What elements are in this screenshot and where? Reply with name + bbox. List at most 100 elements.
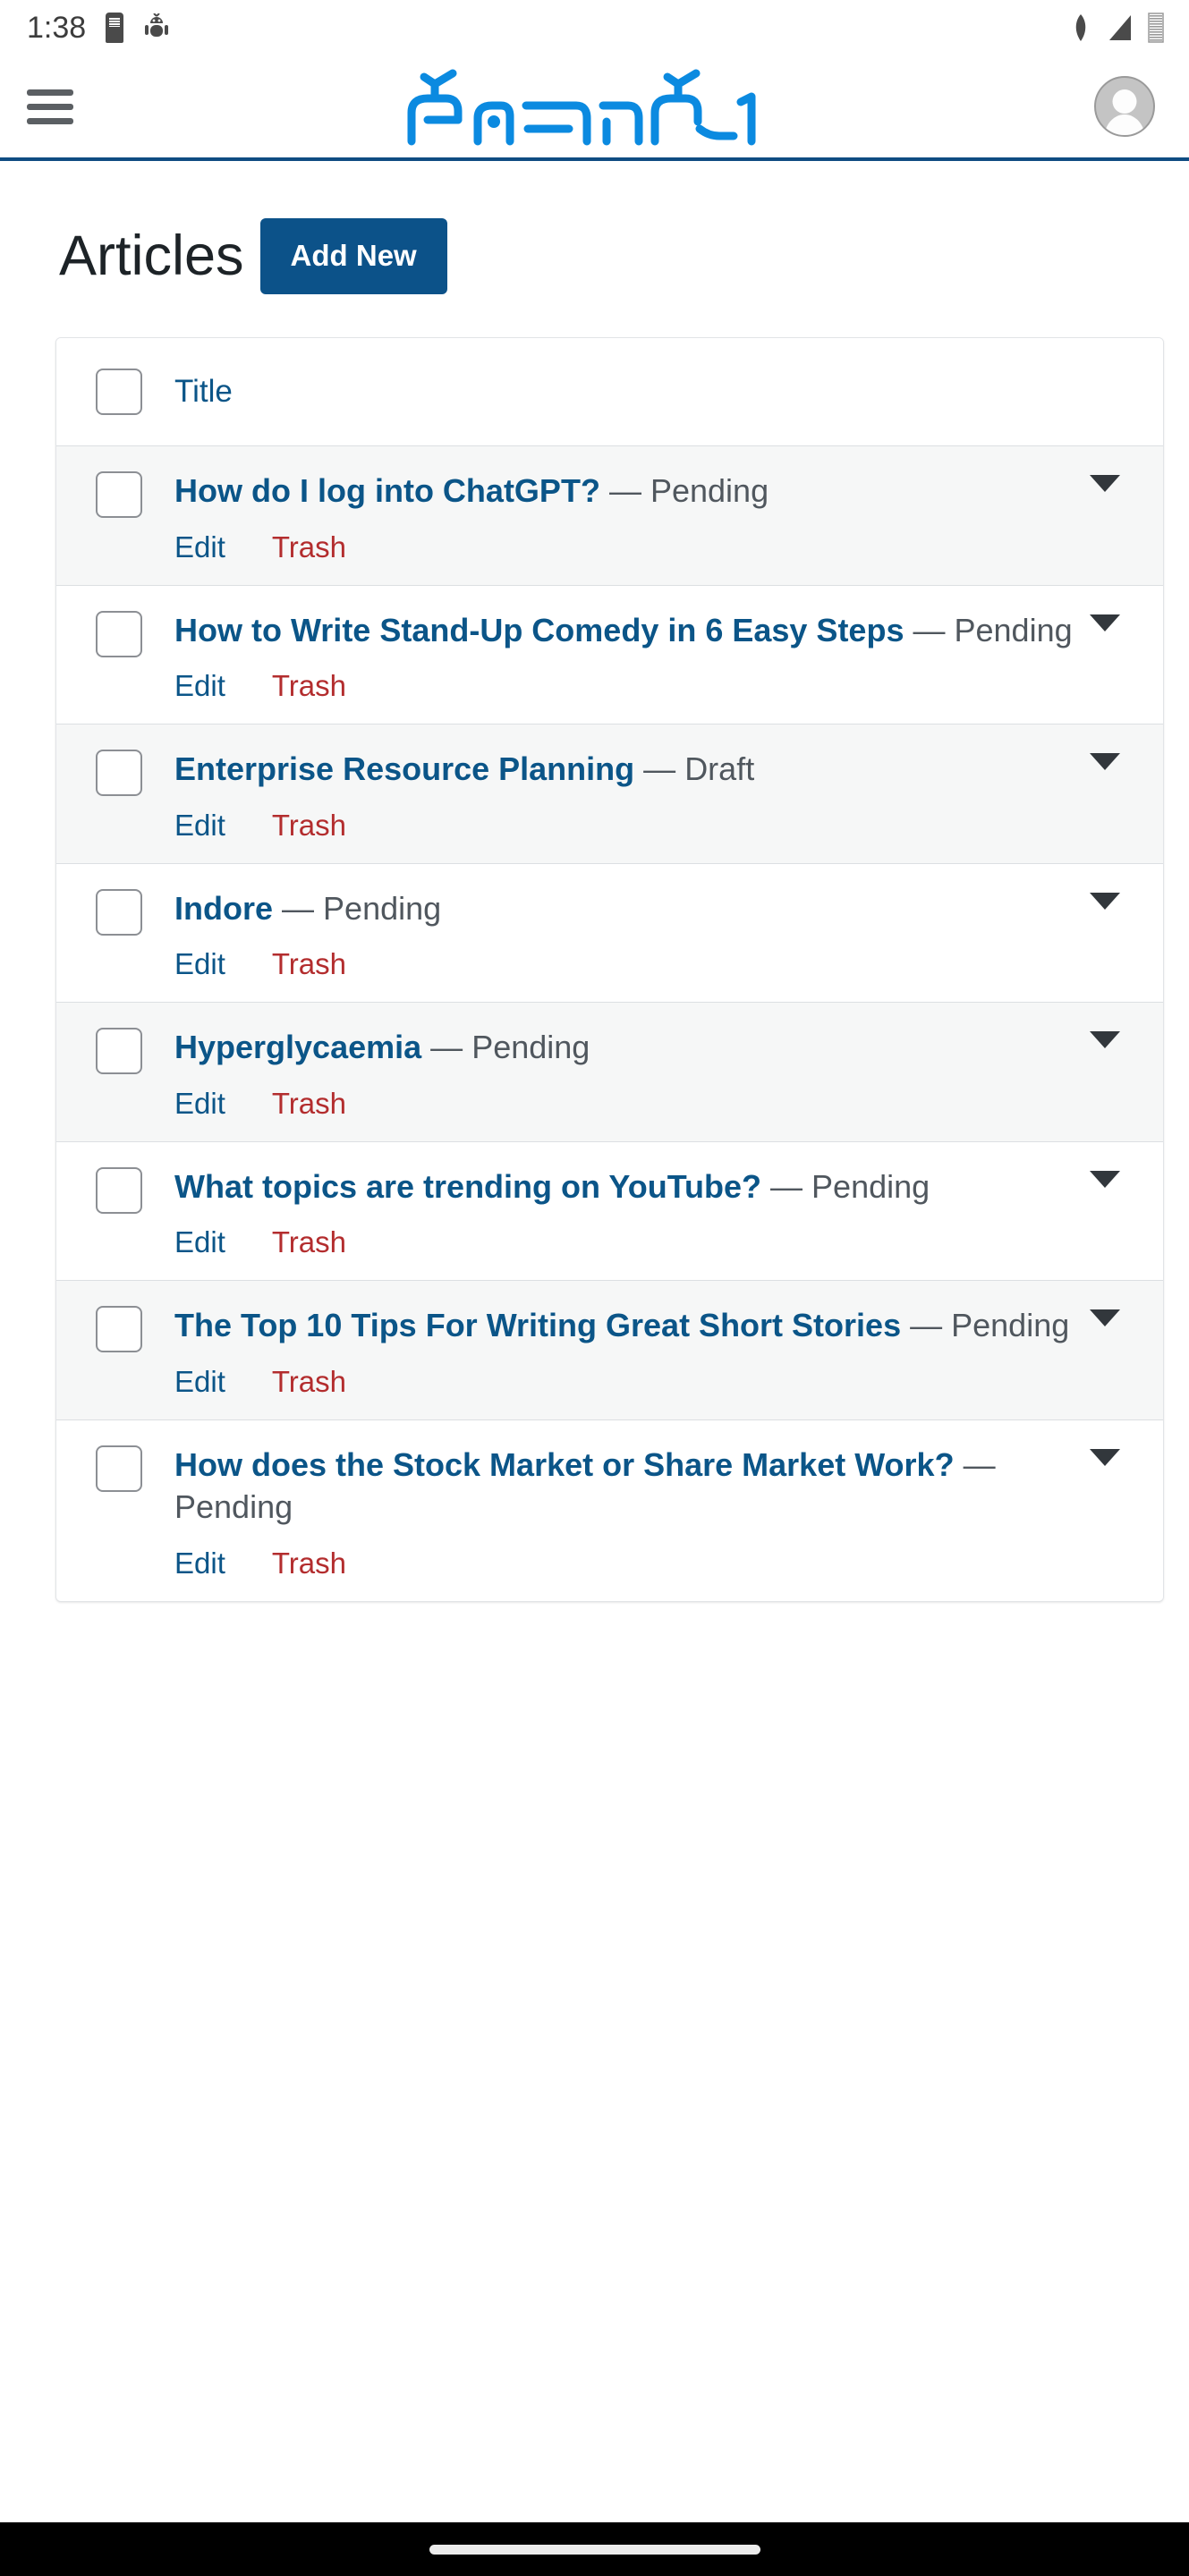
row-checkbox[interactable] xyxy=(96,471,142,518)
row-actions: Edit Trash xyxy=(174,1367,1074,1396)
row-actions: Edit Trash xyxy=(174,1227,1074,1257)
trash-link[interactable]: Trash xyxy=(272,532,346,562)
table-cell-title: How to Write Stand-Up Comedy in 6 Easy S… xyxy=(142,609,1136,701)
article-status-text: Pending xyxy=(811,1168,930,1205)
article-title-link[interactable]: How do I log into ChatGPT? xyxy=(174,472,600,509)
article-title-line: How do I log into ChatGPT? — Pending xyxy=(174,470,1074,513)
article-title-line: Hyperglycaemia — Pending xyxy=(174,1026,1074,1069)
row-checkbox[interactable] xyxy=(96,889,142,936)
table-row: How does the Stock Market or Share Marke… xyxy=(56,1420,1163,1601)
table-cell-title: How do I log into ChatGPT? — Pending Edi… xyxy=(142,470,1136,562)
edit-link[interactable]: Edit xyxy=(174,949,225,979)
chevron-down-icon[interactable] xyxy=(1090,893,1120,910)
column-header-title[interactable]: Title xyxy=(174,374,233,409)
article-status-text: Pending xyxy=(955,612,1073,648)
edit-link[interactable]: Edit xyxy=(174,1367,225,1396)
table-cell-title: Enterprise Resource Planning — Draft Edi… xyxy=(142,748,1136,840)
row-checkbox[interactable] xyxy=(96,611,142,657)
edit-link[interactable]: Edit xyxy=(174,532,225,562)
edit-link[interactable]: Edit xyxy=(174,1089,225,1118)
page-title: Articles xyxy=(59,225,244,287)
article-title-link[interactable]: How does the Stock Market or Share Marke… xyxy=(174,1446,955,1483)
row-actions: Edit Trash xyxy=(174,949,1074,979)
app-header xyxy=(0,55,1189,161)
status-separator: — xyxy=(643,750,675,787)
edit-link[interactable]: Edit xyxy=(174,671,225,700)
article-title-link[interactable]: The Top 10 Tips For Writing Great Short … xyxy=(174,1307,901,1343)
article-title-line: The Top 10 Tips For Writing Great Short … xyxy=(174,1304,1074,1347)
trash-link[interactable]: Trash xyxy=(272,671,346,700)
article-title-link[interactable]: How to Write Stand-Up Comedy in 6 Easy S… xyxy=(174,612,904,648)
status-separator: — xyxy=(282,890,314,927)
edit-link[interactable]: Edit xyxy=(174,1227,225,1257)
article-title-line: Indore — Pending xyxy=(174,887,1074,930)
trash-link[interactable]: Trash xyxy=(272,810,346,840)
android-status-bar: 1:38 xyxy=(0,0,1189,55)
article-title-link[interactable]: What topics are trending on YouTube? xyxy=(174,1168,761,1205)
row-actions: Edit Trash xyxy=(174,671,1074,700)
article-status-text: Draft xyxy=(684,750,754,787)
row-checkbox[interactable] xyxy=(96,750,142,796)
trash-link[interactable]: Trash xyxy=(272,1089,346,1118)
hamburger-bar xyxy=(27,118,73,124)
table-cell-title: Indore — Pending Edit Trash xyxy=(142,887,1136,979)
article-status: — Pending xyxy=(901,1307,1069,1343)
status-separator: — xyxy=(430,1029,463,1065)
row-actions: Edit Trash xyxy=(174,1089,1074,1118)
status-separator: — xyxy=(770,1168,803,1205)
trash-link[interactable]: Trash xyxy=(272,1227,346,1257)
status-separator: — xyxy=(964,1446,996,1483)
article-title-line: Enterprise Resource Planning — Draft xyxy=(174,748,1074,791)
article-status-text: Pending xyxy=(951,1307,1069,1343)
status-separator: — xyxy=(910,1307,942,1343)
article-status: — Pending xyxy=(600,472,769,509)
status-separator: — xyxy=(609,472,641,509)
article-title-link[interactable]: Indore xyxy=(174,890,273,927)
edit-link[interactable]: Edit xyxy=(174,810,225,840)
chevron-down-icon[interactable] xyxy=(1090,475,1120,492)
row-checkbox[interactable] xyxy=(96,1167,142,1214)
trash-link[interactable]: Trash xyxy=(272,949,346,979)
chevron-down-icon[interactable] xyxy=(1090,1309,1120,1326)
row-checkbox[interactable] xyxy=(96,1306,142,1352)
home-indicator-pill[interactable] xyxy=(429,2545,760,2555)
chevron-down-icon[interactable] xyxy=(1090,753,1120,770)
hamburger-menu-icon[interactable] xyxy=(27,81,77,131)
trash-link[interactable]: Trash xyxy=(272,1548,346,1578)
status-bar-clock: 1:38 xyxy=(27,13,86,43)
sim-card-icon xyxy=(106,13,123,43)
articles-table: Title How do I log into ChatGPT? — Pendi… xyxy=(55,337,1164,1602)
table-header-row: Title xyxy=(56,338,1163,446)
chevron-down-icon[interactable] xyxy=(1090,614,1120,631)
article-status: — Pending xyxy=(761,1168,930,1205)
table-row: Enterprise Resource Planning — Draft Edi… xyxy=(56,724,1163,864)
trash-link[interactable]: Trash xyxy=(272,1367,346,1396)
chevron-down-icon[interactable] xyxy=(1090,1031,1120,1048)
article-status-text: Pending xyxy=(650,472,769,509)
edit-link[interactable]: Edit xyxy=(174,1548,225,1578)
wifi-icon xyxy=(1067,13,1094,43)
row-checkbox[interactable] xyxy=(96,1445,142,1492)
table-row: How do I log into ChatGPT? — Pending Edi… xyxy=(56,446,1163,586)
status-separator: — xyxy=(913,612,945,648)
table-row: What topics are trending on YouTube? — P… xyxy=(56,1142,1163,1282)
article-status-text: Pending xyxy=(471,1029,590,1065)
chevron-down-icon[interactable] xyxy=(1090,1171,1120,1188)
add-new-button[interactable]: Add New xyxy=(260,218,447,294)
article-title-line: How to Write Stand-Up Comedy in 6 Easy S… xyxy=(174,609,1074,652)
article-status-text: Pending xyxy=(323,890,441,927)
article-title-link[interactable]: Enterprise Resource Planning xyxy=(174,750,634,787)
table-row: Indore — Pending Edit Trash xyxy=(56,864,1163,1004)
row-checkbox[interactable] xyxy=(96,1028,142,1074)
site-logo[interactable] xyxy=(77,66,1094,147)
user-avatar-icon[interactable] xyxy=(1094,76,1155,137)
status-bar-left: 1:38 xyxy=(27,13,170,43)
row-actions: Edit Trash xyxy=(174,1548,1074,1578)
table-row: The Top 10 Tips For Writing Great Short … xyxy=(56,1281,1163,1420)
article-title-link[interactable]: Hyperglycaemia xyxy=(174,1029,421,1065)
select-all-checkbox[interactable] xyxy=(96,369,142,415)
article-status: — Pending xyxy=(421,1029,590,1065)
eenadu-logo-icon xyxy=(385,66,787,147)
chevron-down-icon[interactable] xyxy=(1090,1449,1120,1466)
table-cell-title: What topics are trending on YouTube? — P… xyxy=(142,1165,1136,1258)
